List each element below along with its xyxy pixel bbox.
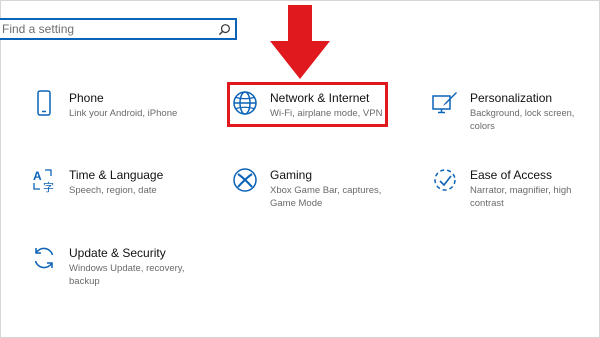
tile-update-security-title: Update & Security bbox=[69, 246, 166, 260]
ease-of-access-icon bbox=[434, 169, 456, 191]
tile-phone-title: Phone bbox=[69, 91, 104, 105]
tile-personalization-desc: Background, lock screen, colors bbox=[470, 108, 575, 131]
search-box[interactable] bbox=[0, 18, 237, 40]
red-arrow-icon bbox=[270, 5, 330, 79]
tile-gaming-title: Gaming bbox=[270, 168, 313, 182]
tile-personalization[interactable]: Personalization Background, lock screen,… bbox=[432, 90, 598, 131]
tile-ease-of-access-desc: Narrator, magnifier, high contrast bbox=[470, 185, 572, 209]
refresh-icon bbox=[34, 247, 54, 269]
svg-text:A: A bbox=[33, 169, 42, 183]
tile-time-language-title: Time & Language bbox=[69, 168, 164, 182]
tile-time-language[interactable]: A 字 Time & Language Speech, region, date bbox=[31, 167, 211, 207]
phone-icon bbox=[37, 90, 51, 116]
tile-personalization-title: Personalization bbox=[470, 91, 553, 105]
tile-update-security-desc: Windows Update, recovery, backup bbox=[69, 263, 185, 287]
search-input[interactable] bbox=[2, 21, 212, 37]
tile-update-security[interactable]: Update & Security Windows Update, recove… bbox=[31, 245, 201, 290]
language-icon: A 字 bbox=[33, 169, 54, 193]
paintbrush-icon bbox=[432, 92, 457, 114]
svg-text:字: 字 bbox=[43, 180, 54, 193]
tile-phone[interactable]: Phone Link your Android, iPhone bbox=[31, 90, 211, 130]
tile-time-language-desc: Speech, region, date bbox=[69, 185, 157, 196]
tile-ease-of-access-title: Ease of Access bbox=[470, 168, 553, 182]
search-icon[interactable] bbox=[218, 23, 231, 36]
tile-gaming[interactable]: Gaming Xbox Game Bar, captures, Game Mod… bbox=[232, 167, 402, 212]
tile-ease-of-access[interactable]: Ease of Access Narrator, magnifier, high… bbox=[432, 167, 582, 212]
xbox-icon bbox=[233, 168, 257, 192]
highlight-box bbox=[227, 82, 388, 127]
tile-gaming-desc: Xbox Game Bar, captures, Game Mode bbox=[270, 185, 382, 209]
tile-phone-desc: Link your Android, iPhone bbox=[69, 108, 178, 119]
